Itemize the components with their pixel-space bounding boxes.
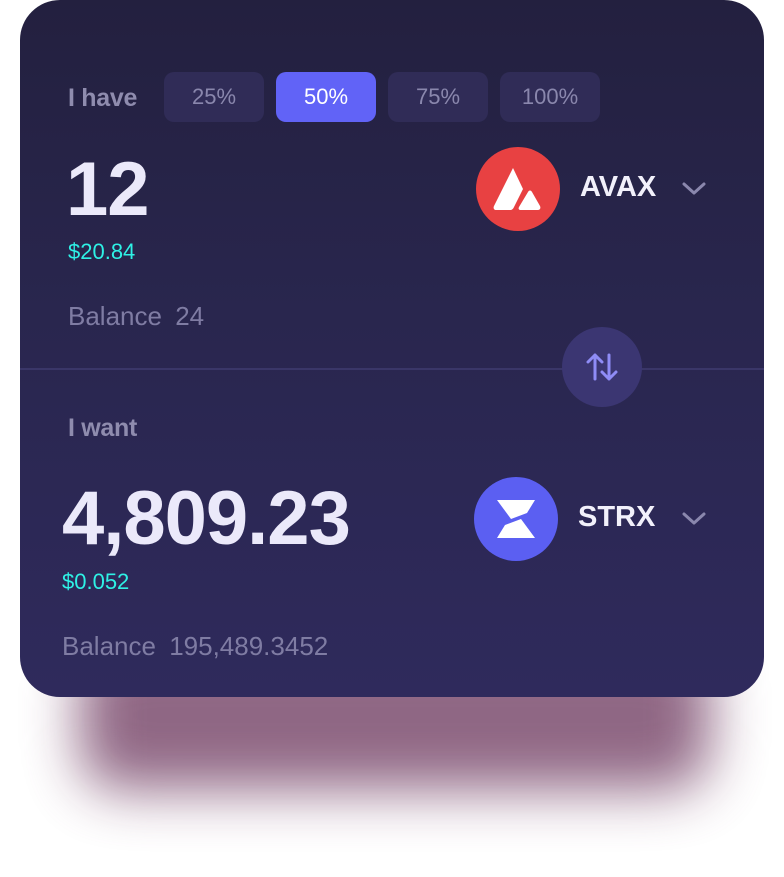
chevron-down-icon [682,512,706,525]
have-balance: Balance 24 [68,301,204,332]
have-amount-input[interactable]: 12 [66,150,150,230]
chevron-down-icon [682,182,706,195]
have-balance-value: 24 [175,301,205,331]
want-usd-value: $0.052 [62,569,130,594]
swap-button[interactable] [562,327,642,407]
want-token-symbol: STRX [578,501,656,533]
have-token-symbol: AVAX [580,171,657,203]
have-balance-label: Balance [68,301,162,331]
strx-logo-icon [474,477,558,561]
have-usd-value: $20.84 [68,239,136,264]
want-label: I want [68,414,138,442]
have-label: I have [68,84,138,112]
swap-card: I have 25% 50% 75% 100% 12 $20.84 Balanc… [20,0,764,697]
section-divider [20,368,764,370]
swap-arrows-icon [586,353,618,381]
want-amount-value: 4,809.23 [62,476,351,561]
want-balance-label: Balance [62,631,156,661]
percent-25-button[interactable]: 25% [164,72,264,122]
percent-75-button[interactable]: 75% [388,72,488,122]
want-balance: Balance 195,489.3452 [62,631,328,662]
percent-50-button[interactable]: 50% [276,72,376,122]
percent-100-button[interactable]: 100% [500,72,600,122]
stage: I have 25% 50% 75% 100% 12 $20.84 Balanc… [0,0,784,877]
want-balance-value: 195,489.3452 [169,631,329,661]
avalanche-logo-icon [476,147,560,231]
